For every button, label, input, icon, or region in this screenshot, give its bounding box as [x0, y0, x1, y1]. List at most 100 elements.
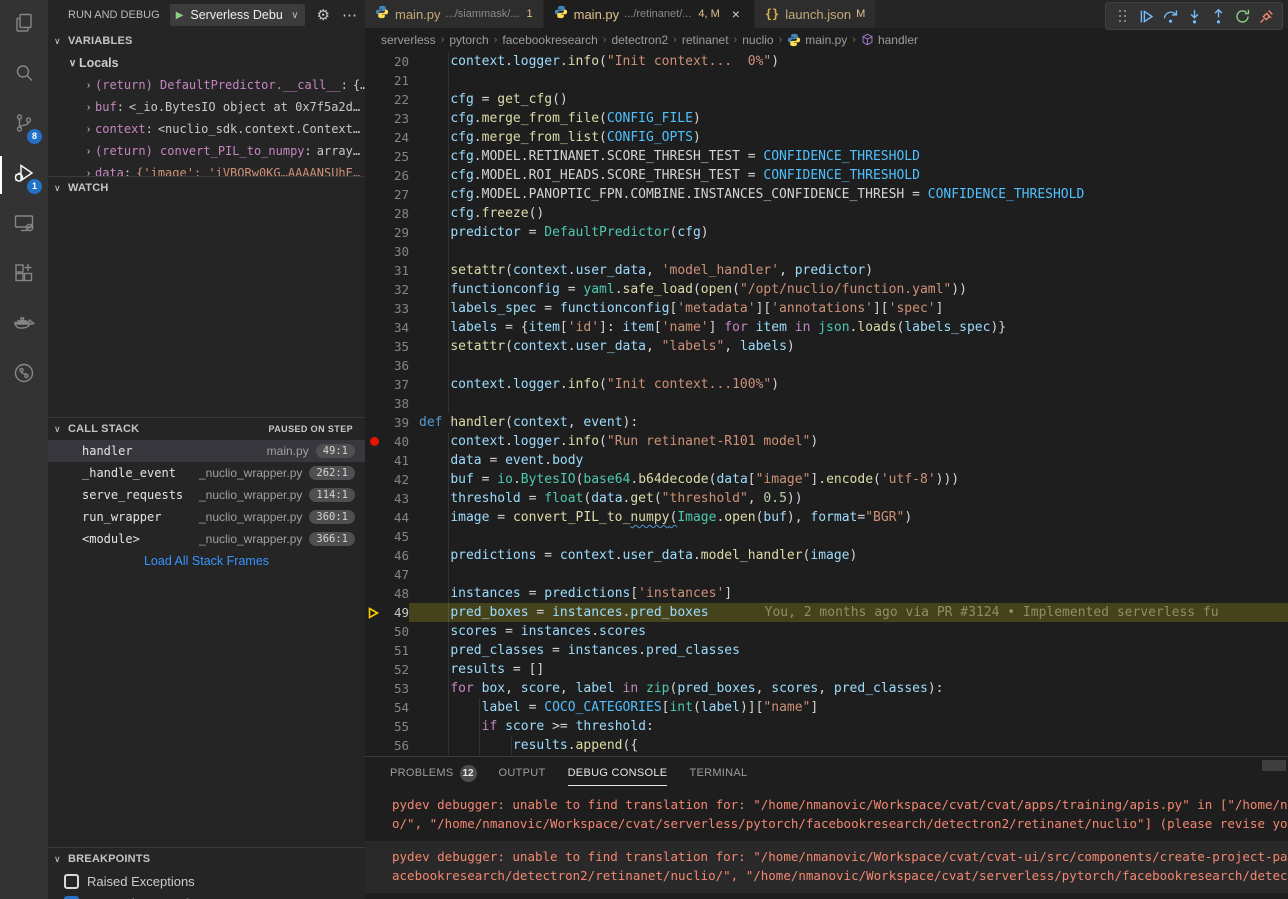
code-content[interactable]: pred_boxes = instances.pred_boxesYou, 2 …	[409, 603, 1288, 622]
code-content[interactable]: predictions = context.user_data.model_ha…	[409, 546, 1288, 565]
stack-frame[interactable]: run_wrapper_nuclio_wrapper.py360:1	[48, 506, 365, 528]
code-line[interactable]: 41 data = event.body	[365, 451, 1288, 470]
code-content[interactable]: cfg.merge_from_list(CONFIG_OPTS)	[409, 128, 1288, 147]
grip-handle[interactable]	[1110, 4, 1134, 28]
variable-row[interactable]: ›(return) DefaultPredictor.__call__:{'in…	[48, 74, 365, 96]
gutter-glyph[interactable]	[365, 299, 383, 318]
code-line[interactable]: 48 instances = predictions['instances']	[365, 584, 1288, 603]
gutter-glyph[interactable]	[365, 318, 383, 337]
breakpoint-item[interactable]: ✓Uncaught Exceptions	[48, 892, 365, 899]
breakpoint-item[interactable]: Raised Exceptions	[48, 870, 365, 892]
gutter-glyph[interactable]	[365, 622, 383, 641]
gutter-glyph[interactable]	[365, 527, 383, 546]
gutter-glyph[interactable]	[365, 641, 383, 660]
activity-bar-item-remote-explorer[interactable]	[0, 200, 48, 250]
code-content[interactable]	[409, 394, 1288, 413]
breadcrumb-item[interactable]: facebookresearch	[502, 33, 597, 47]
variable-row[interactable]: ›data:{'image': 'iVBORw0KG…AAAANSUhE…	[48, 162, 365, 176]
debug-config-dropdown[interactable]: ▶ Serverless Debu ∨	[170, 4, 305, 26]
code-editor[interactable]: 20 context.logger.info("Init context... …	[365, 51, 1288, 756]
code-line[interactable]: 25 cfg.MODEL.RETINANET.SCORE_THRESH_TEST…	[365, 147, 1288, 166]
gutter-glyph[interactable]	[365, 698, 383, 717]
breadcrumb-item[interactable]: detectron2	[611, 33, 668, 47]
code-line[interactable]: 29 predictor = DefaultPredictor(cfg)	[365, 223, 1288, 242]
step-out-button[interactable]	[1206, 4, 1230, 28]
code-content[interactable]: cfg.merge_from_file(CONFIG_FILE)	[409, 109, 1288, 128]
breadcrumb-symbol[interactable]: handler	[861, 33, 918, 47]
code-content[interactable]: if score >= threshold:	[409, 717, 1288, 736]
code-content[interactable]: context.logger.info("Run retinanet-R101 …	[409, 432, 1288, 451]
editor-tab[interactable]: main.py.../retinanet/...4, M×	[544, 0, 755, 28]
gutter-glyph[interactable]	[365, 584, 383, 603]
code-line[interactable]: 38	[365, 394, 1288, 413]
gutter-glyph[interactable]	[365, 242, 383, 261]
checkbox-unchecked[interactable]	[64, 874, 79, 889]
code-content[interactable]: setattr(context.user_data, 'model_handle…	[409, 261, 1288, 280]
code-content[interactable]: instances = predictions['instances']	[409, 584, 1288, 603]
call-stack-header[interactable]: ∨ CALL STACK PAUSED ON STEP	[48, 418, 365, 440]
code-content[interactable]: results = []	[409, 660, 1288, 679]
gutter-glyph[interactable]	[365, 356, 383, 375]
start-debug-icon[interactable]: ▶	[176, 10, 184, 21]
checkbox-checked[interactable]: ✓	[64, 896, 79, 899]
breadcrumb-item[interactable]: pytorch	[449, 33, 488, 47]
editor-tab[interactable]: {}launch.jsonM	[755, 0, 876, 28]
gutter-glyph[interactable]	[365, 546, 383, 565]
code-content[interactable]: setattr(context.user_data, "labels", lab…	[409, 337, 1288, 356]
code-content[interactable]: functionconfig = yaml.safe_load(open("/o…	[409, 280, 1288, 299]
activity-bar-item-explorer[interactable]	[0, 0, 48, 50]
gutter-glyph[interactable]	[365, 280, 383, 299]
code-line[interactable]: 35 setattr(context.user_data, "labels", …	[365, 337, 1288, 356]
code-line[interactable]: 36	[365, 356, 1288, 375]
code-line[interactable]: 34 labels = {item['id']: item['name'] fo…	[365, 318, 1288, 337]
code-content[interactable]: label = COCO_CATEGORIES[int(label)]["nam…	[409, 698, 1288, 717]
code-line[interactable]: 33 labels_spec = functionconfig['metadat…	[365, 299, 1288, 318]
gutter-glyph[interactable]	[365, 489, 383, 508]
continue-button[interactable]	[1134, 4, 1158, 28]
gutter-glyph[interactable]	[365, 451, 383, 470]
code-line[interactable]: 28 cfg.freeze()	[365, 204, 1288, 223]
gutter-glyph[interactable]	[365, 128, 383, 147]
code-line[interactable]: 26 cfg.MODEL.ROI_HEADS.SCORE_THRESH_TEST…	[365, 166, 1288, 185]
code-line[interactable]: 23 cfg.merge_from_file(CONFIG_FILE)	[365, 109, 1288, 128]
editor-tab[interactable]: main.py.../siammask/...1	[365, 0, 544, 28]
breadcrumb-item[interactable]: serverless	[381, 33, 436, 47]
code-content[interactable]	[409, 71, 1288, 90]
code-content[interactable]: cfg.MODEL.RETINANET.SCORE_THRESH_TEST = …	[409, 147, 1288, 166]
step-over-button[interactable]	[1158, 4, 1182, 28]
scope-locals[interactable]: ∨ Locals	[48, 52, 365, 74]
code-line[interactable]: 45	[365, 527, 1288, 546]
code-content[interactable]: scores = instances.scores	[409, 622, 1288, 641]
load-all-stack-frames-link[interactable]: Load All Stack Frames	[48, 550, 365, 572]
panel-tab-debug-console[interactable]: DEBUG CONSOLE	[568, 757, 668, 789]
step-into-button[interactable]	[1182, 4, 1206, 28]
code-line[interactable]: 24 cfg.merge_from_list(CONFIG_OPTS)	[365, 128, 1288, 147]
code-line[interactable]: 40 context.logger.info("Run retinanet-R1…	[365, 432, 1288, 451]
gutter-glyph[interactable]	[365, 470, 383, 489]
more-actions-icon[interactable]: ⋯	[342, 6, 357, 24]
code-line[interactable]: 20 context.logger.info("Init context... …	[365, 52, 1288, 71]
code-content[interactable]: labels_spec = functionconfig['metadata']…	[409, 299, 1288, 318]
code-content[interactable]: for box, score, label in zip(pred_boxes,…	[409, 679, 1288, 698]
code-line[interactable]: 55 if score >= threshold:	[365, 717, 1288, 736]
gutter-glyph[interactable]	[365, 261, 383, 280]
code-content[interactable]: threshold = float(data.get("threshold", …	[409, 489, 1288, 508]
gutter-glyph[interactable]	[365, 185, 383, 204]
code-content[interactable]	[409, 356, 1288, 375]
gutter-glyph[interactable]	[365, 508, 383, 527]
panel-tab-output[interactable]: OUTPUT	[499, 757, 546, 789]
gutter-glyph[interactable]	[365, 337, 383, 356]
panel-tab-terminal[interactable]: TERMINAL	[689, 757, 747, 789]
gutter-glyph[interactable]	[365, 679, 383, 698]
watch-header[interactable]: ∨ WATCH	[48, 177, 365, 199]
code-content[interactable]: context.logger.info("Init context... 0%"…	[409, 52, 1288, 71]
code-line[interactable]: 46 predictions = context.user_data.model…	[365, 546, 1288, 565]
gutter-glyph[interactable]	[365, 717, 383, 736]
gutter-glyph[interactable]	[365, 736, 383, 755]
breadcrumb-item[interactable]: retinanet	[682, 33, 729, 47]
code-content[interactable]: results.append({	[409, 736, 1288, 755]
code-line[interactable]: 44 image = convert_PIL_to_numpy(Image.op…	[365, 508, 1288, 527]
gear-icon[interactable]: ⚙	[317, 6, 330, 24]
stack-frame[interactable]: <module>_nuclio_wrapper.py366:1	[48, 528, 365, 550]
code-line[interactable]: 47	[365, 565, 1288, 584]
